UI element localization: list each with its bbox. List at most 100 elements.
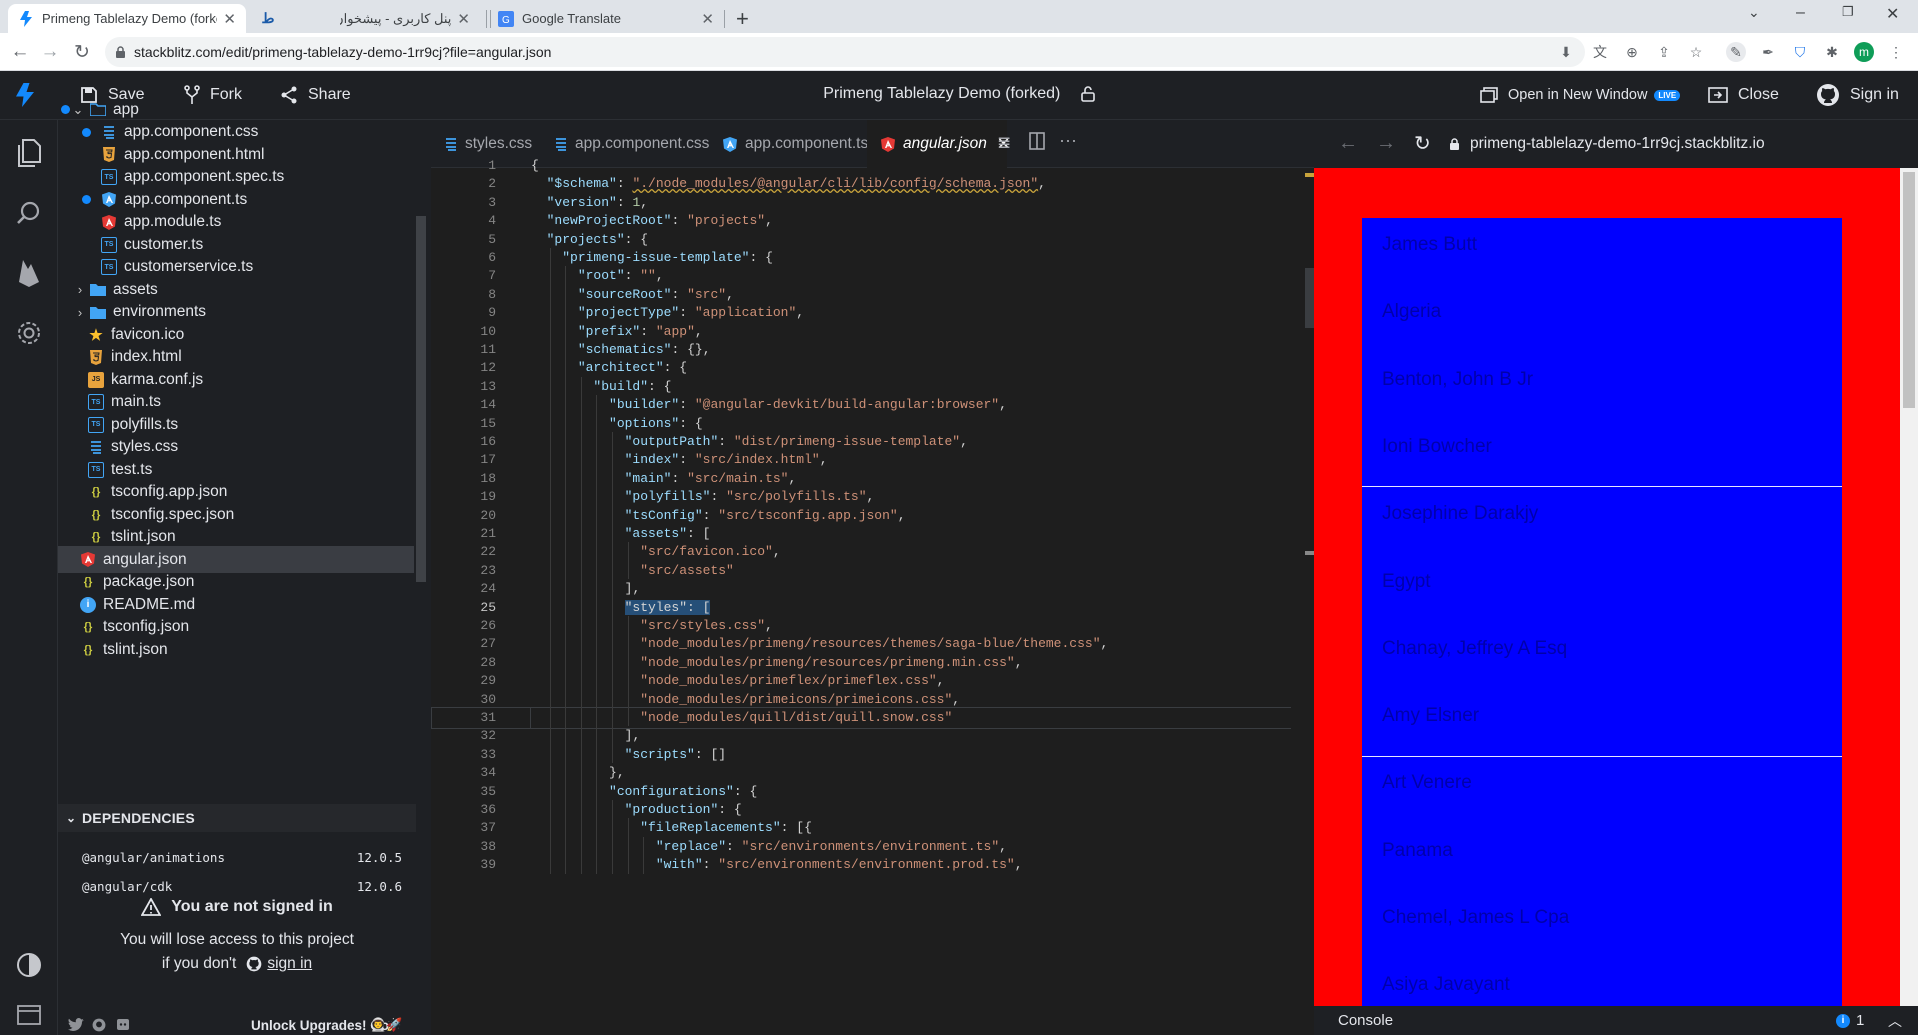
editor-tab-angular-json[interactable]: angular.json ✕ bbox=[867, 120, 1010, 168]
preview-url-field[interactable]: primeng-tablelazy-demo-1rr9cj.stackblitz… bbox=[1449, 129, 1904, 159]
dependencies-header[interactable]: ⌄ DEPENDENCIES bbox=[58, 804, 416, 832]
dependency-row[interactable]: @angular/animations 12.0.5 bbox=[82, 846, 402, 868]
bookmark-star-icon[interactable]: ☆ bbox=[1686, 42, 1706, 62]
panel-layout-icon[interactable] bbox=[12, 998, 46, 1032]
browser-menu-icon[interactable]: ⋮ bbox=[1886, 42, 1906, 62]
code-line: "node_modules/quill/dist/quill.snow.css" bbox=[640, 710, 953, 725]
sign-in-label: Sign in bbox=[1850, 86, 1899, 103]
github-small-icon[interactable] bbox=[92, 1018, 106, 1032]
dependency-row[interactable]: @angular/cdk 12.0.6 bbox=[82, 875, 402, 897]
preview-frame[interactable]: James Butt Algeria Benton, John B Jr Ioni B… bbox=[1314, 168, 1918, 1006]
files-icon[interactable] bbox=[12, 136, 46, 170]
format-icon[interactable]: ≣ bbox=[997, 133, 1011, 153]
line-number: 14 bbox=[480, 397, 496, 413]
indent-guide bbox=[565, 726, 567, 745]
console-bar[interactable]: Console i 1 ︿ bbox=[1314, 1006, 1918, 1035]
explorer-scrollbar[interactable] bbox=[416, 216, 426, 582]
preview-scrollbar-thumb[interactable] bbox=[1903, 172, 1915, 408]
extension-eyedropper-icon[interactable]: ✎ bbox=[1726, 42, 1746, 62]
omnibox[interactable]: stackblitz.com/edit/primeng-tablelazy-de… bbox=[105, 37, 1585, 67]
extension-shield-icon[interactable]: ⛉ bbox=[1790, 42, 1810, 62]
indent-guide bbox=[612, 744, 613, 764]
preview-reload-icon[interactable]: ↻ bbox=[1414, 131, 1431, 156]
profile-avatar[interactable]: m bbox=[1854, 42, 1874, 62]
scrollbar-marker bbox=[1305, 551, 1314, 555]
browser-tab-persian-panel[interactable]: ✕ پنل کاربری - پیشخوان bbox=[330, 4, 480, 33]
console-label: Console bbox=[1338, 1012, 1394, 1029]
indent-guide bbox=[565, 266, 567, 285]
chevron-up-icon[interactable]: ︿ bbox=[1888, 1011, 1902, 1031]
search-icon[interactable] bbox=[12, 196, 46, 230]
reload-icon[interactable]: ↻ bbox=[70, 40, 94, 64]
preview-back-icon[interactable]: ← bbox=[1338, 132, 1358, 155]
sign-in-button[interactable]: Sign in bbox=[1816, 83, 1899, 107]
indent-guide bbox=[549, 450, 551, 469]
more-actions-icon[interactable]: ··· bbox=[1059, 130, 1077, 151]
explorer-file[interactable]: {} tslint.json bbox=[58, 636, 414, 663]
translate-icon[interactable]: 文 bbox=[1590, 42, 1610, 62]
theme-toggle-icon[interactable] bbox=[12, 948, 46, 982]
unlock-upgrades-link[interactable]: Unlock Upgrades! Go bbox=[251, 1018, 389, 1033]
scrollbar-thumb[interactable] bbox=[1305, 268, 1314, 328]
browser-tab-stackblitz[interactable]: Primeng Tablelazy Demo (forked) ✕ bbox=[8, 4, 246, 33]
indent-guide bbox=[580, 781, 582, 800]
firebase-icon[interactable] bbox=[12, 256, 46, 290]
ts-file-icon: TS bbox=[101, 259, 117, 275]
project-title[interactable]: Primeng Tablelazy Demo (forked) bbox=[823, 85, 1060, 102]
code-line: "src/styles.css", bbox=[640, 618, 773, 633]
indent-guide bbox=[596, 560, 598, 580]
close-icon[interactable]: ✕ bbox=[223, 10, 236, 28]
sign-in-link[interactable]: sign in bbox=[267, 952, 312, 976]
restore-button[interactable]: ❐ bbox=[1842, 4, 1854, 20]
share-page-icon[interactable]: ⇪ bbox=[1654, 42, 1674, 62]
browser-tab-title: پنل کاربری - پیشخوان bbox=[340, 10, 452, 26]
info-icon: i bbox=[80, 596, 96, 613]
preview-forward-icon[interactable]: → bbox=[1376, 132, 1396, 155]
twitter-icon[interactable] bbox=[68, 1018, 84, 1032]
split-editor-icon[interactable] bbox=[1029, 132, 1045, 150]
console-count[interactable]: i 1 bbox=[1836, 1012, 1864, 1029]
indent-guide bbox=[596, 781, 598, 800]
modified-dot-icon bbox=[82, 195, 91, 204]
close-icon[interactable]: ✕ bbox=[457, 10, 470, 28]
code-line: "fileReplacements": [{ bbox=[640, 820, 812, 836]
table-cell: Amy Elsner bbox=[1382, 705, 1480, 727]
line-number: 38 bbox=[480, 838, 496, 854]
window-close-button[interactable]: ✕ bbox=[1886, 4, 1899, 24]
folder-icon bbox=[90, 282, 106, 298]
indent-guide bbox=[565, 818, 567, 837]
editor-tab-app-component-css[interactable]: app.component.css bbox=[541, 120, 709, 168]
indent-guide bbox=[612, 818, 613, 837]
editor-tab-app-component-ts[interactable]: app.component.ts bbox=[709, 120, 868, 168]
unlock-icon[interactable] bbox=[1080, 86, 1095, 102]
folder-open-icon bbox=[90, 102, 106, 118]
tab-search-icon[interactable]: ⌄ bbox=[1748, 4, 1760, 21]
discord-icon[interactable] bbox=[116, 1018, 130, 1032]
indent-guide bbox=[549, 303, 551, 322]
indent-guide bbox=[596, 579, 598, 598]
chevron-right-icon[interactable]: › bbox=[74, 282, 86, 297]
code-line: "node_modules/primeflex/primeflex.css", bbox=[640, 673, 945, 689]
code-editor[interactable]: 1 {2 "$schema": "./node_modules/@angular/… bbox=[431, 158, 1314, 1035]
minimize-button[interactable]: – bbox=[1796, 4, 1805, 22]
indent-guide bbox=[580, 413, 582, 432]
chevron-right-icon[interactable]: › bbox=[74, 305, 86, 320]
warning-line: You will lose access to this project bbox=[120, 931, 354, 948]
extensions-puzzle-icon[interactable]: ✱ bbox=[1822, 42, 1842, 62]
close-icon[interactable]: ✕ bbox=[701, 10, 714, 28]
angular-icon bbox=[80, 552, 96, 568]
folder-icon bbox=[90, 304, 106, 320]
settings-gear-icon[interactable] bbox=[12, 316, 46, 350]
stackblitz-logo-icon[interactable] bbox=[16, 83, 34, 107]
forward-arrow-icon[interactable]: → bbox=[38, 40, 62, 64]
zoom-icon[interactable]: ⊕ bbox=[1622, 42, 1642, 62]
install-app-icon[interactable]: ⬇ bbox=[1556, 42, 1576, 62]
close-preview-button[interactable]: Close bbox=[1708, 83, 1779, 107]
new-tab-button[interactable]: + bbox=[736, 6, 749, 32]
back-arrow-icon[interactable]: ← bbox=[8, 40, 32, 64]
editor-scrollbar[interactable] bbox=[1305, 168, 1314, 1035]
open-in-new-window-button[interactable]: Open in New Window LIVE bbox=[1480, 83, 1681, 107]
browser-tab-google-translate[interactable]: G Google Translate ✕ bbox=[488, 4, 724, 33]
extension-pen-icon[interactable]: ✒ bbox=[1758, 42, 1778, 62]
chevron-down-icon[interactable]: ⌄ bbox=[72, 102, 84, 117]
